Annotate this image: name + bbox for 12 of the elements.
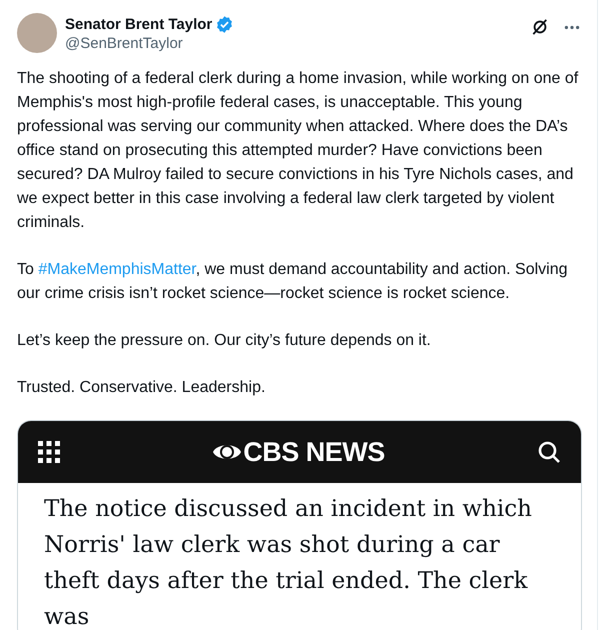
article-text: The notice discussed an incident in which Norris' law clerk was shot during a car theft days after the trial ended. The clerk was bbox=[43, 495, 533, 630]
search-icon[interactable] bbox=[536, 440, 561, 464]
news-logo: CBS NEWS bbox=[243, 436, 385, 468]
grid-menu-icon[interactable] bbox=[38, 441, 60, 463]
tweet-paragraph: Let’s keep the pressure on. Our city’s future depends on it. bbox=[17, 331, 432, 351]
author-handle[interactable]: @SenBrentTaylor bbox=[65, 35, 234, 52]
tweet-paragraph: Trusted. Conservative. Leadership. bbox=[17, 378, 266, 398]
more-icon[interactable] bbox=[564, 24, 580, 30]
embedded-screenshot[interactable]: CBS NEWS The notice discussed an incident in which Norris' law clerk was shot during a car theft days after the trial ended. The clerk was bbox=[17, 420, 582, 630]
author-name[interactable]: Senator Brent Taylor bbox=[65, 16, 212, 33]
tweet-paragraph: The shooting of a federal clerk during a home invasion, while working on one of Memphis's most high-profile federal cases, is unacceptable. This young professional was serving our community when attacked. Where does the DA’s office stand on prosecuting this attempted murder? Have convictions been secured? DA Mulroy failed to secure convictions in his Tyre Nichols cases, and we expect better in this case involving a federal law clerk targeted by violent criminals. bbox=[17, 69, 580, 233]
tweet-paragraph: To #MakeMemphisMatter, we must demand accountability and action. Solving our crime crisis isn’t rocket science—rocket science is rocket science. bbox=[17, 260, 568, 304]
